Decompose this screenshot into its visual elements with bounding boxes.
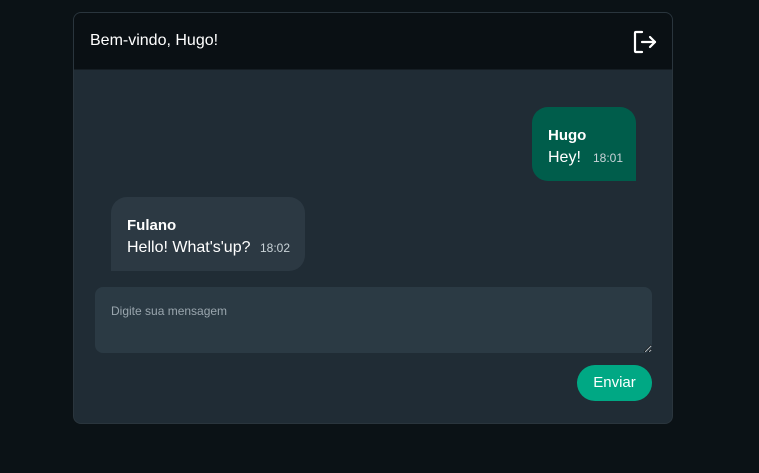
message-text: Hello! What's'up? (127, 239, 251, 256)
message-sender: Fulano (127, 217, 177, 234)
chat-header: Bem-vindo, Hugo! (74, 13, 672, 70)
message-bubble-received: Fulano Hello! What's'up? 18:02 (111, 197, 305, 271)
welcome-title: Bem-vindo, Hugo! (90, 32, 219, 49)
message-time: 18:01 (593, 151, 624, 165)
logout-button[interactable] (632, 29, 658, 55)
message-bubble-sent: Hugo Hey! 18:01 (532, 107, 636, 181)
message-input[interactable] (95, 287, 652, 353)
logout-icon (633, 30, 657, 54)
message-sender: Hugo (548, 127, 587, 144)
message-text: Hey! (548, 149, 581, 166)
chat-card: Bem-vindo, Hugo! Hugo Hey! 18:01 Fulano … (73, 12, 673, 424)
send-button[interactable]: Enviar (577, 365, 652, 401)
message-time: 18:02 (260, 241, 291, 255)
